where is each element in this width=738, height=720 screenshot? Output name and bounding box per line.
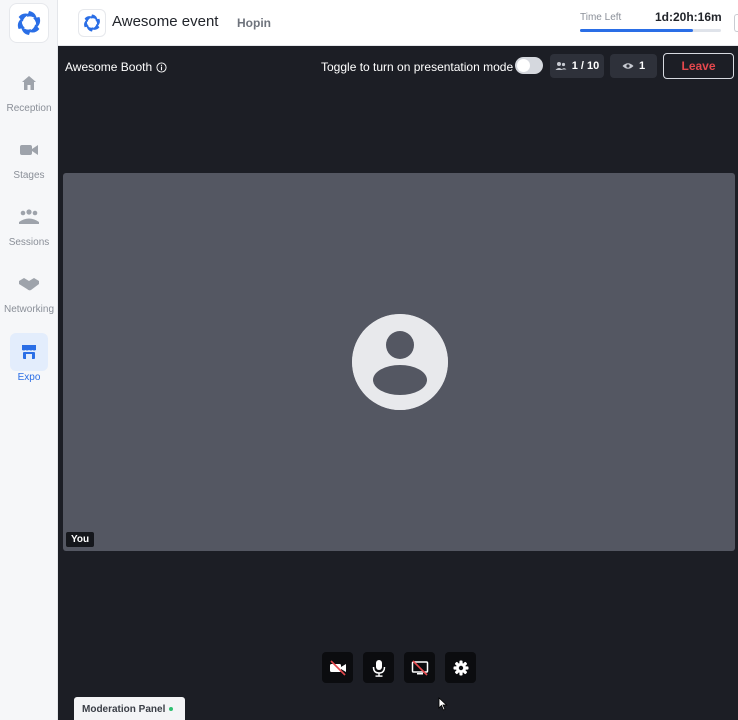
organizer-name[interactable]: Hopin [237,16,271,30]
participants-value: 1 / 10 [571,60,600,72]
sidebar: Reception Stages Sessions Networking Exp… [0,0,58,720]
sidebar-item-sessions[interactable]: Sessions [0,198,58,254]
sidebar-item-label: Stages [13,170,45,181]
avatar [352,314,448,410]
self-name-tag: You [66,532,95,547]
time-left-label: Time Left [580,12,622,23]
screen-share-button[interactable] [404,652,435,683]
booth-stage: Awesome Booth Toggle to turn on presenta… [58,46,738,720]
sidebar-item-stages[interactable]: Stages [0,131,58,187]
booth-icon [22,345,36,359]
microphone-toggle-button[interactable] [363,652,394,683]
handshake-icon [19,278,39,291]
moderation-panel-label: Moderation Panel [82,703,166,715]
presentation-mode-label: Toggle to turn on presentation mode [321,60,514,74]
video-camera-icon [20,145,38,155]
sidebar-item-networking[interactable]: Networking [0,265,58,321]
hopin-logo[interactable] [9,3,49,43]
top-header: Awesome event Hopin Time Left 1d:20h:16m [58,0,738,46]
settings-button[interactable] [445,652,476,683]
sidebar-item-reception[interactable]: Reception [0,64,58,120]
sidebar-item-label: Sessions [8,237,50,248]
mouse-cursor-icon [438,697,448,711]
time-left-progress [580,29,721,32]
self-video-tile: You [63,173,735,551]
event-logo [78,9,106,37]
settings-gear-icon [453,660,468,675]
info-icon[interactable] [156,61,167,73]
viewers-count: 1 [610,54,657,78]
sidebar-item-label: Expo [17,372,41,383]
chat-panel-toggle[interactable] [734,14,738,32]
camera-off-icon [329,659,346,676]
user-avatar-icon [352,314,448,410]
moderation-panel-tab[interactable]: Moderation Panel [74,697,185,720]
time-left-progress-fill [580,29,693,32]
event-logo-icon [84,14,100,32]
sidebar-item-label: Networking [3,304,55,315]
booth-title: Awesome Booth [65,60,167,74]
people-icon [555,62,567,70]
leave-button[interactable]: Leave [663,53,734,79]
online-status-dot [169,707,174,711]
time-left-value: 1d:20h:16m [655,10,722,24]
microphone-icon [372,659,385,677]
camera-toggle-button[interactable] [322,652,353,683]
participants-count: 1 / 10 [550,54,604,78]
event-title: Awesome event [112,13,219,30]
group-icon [19,209,39,224]
toggle-knob [517,59,530,72]
sidebar-item-expo[interactable]: Expo [0,333,58,389]
presentation-mode-toggle[interactable] [515,57,543,74]
home-icon [22,76,36,90]
viewers-value: 1 [638,60,646,72]
hopin-logo-icon [17,11,41,35]
screen-share-off-icon [411,659,428,676]
eye-icon [622,63,634,69]
sidebar-item-label: Reception [6,103,52,114]
booth-name: Awesome Booth [65,60,153,74]
